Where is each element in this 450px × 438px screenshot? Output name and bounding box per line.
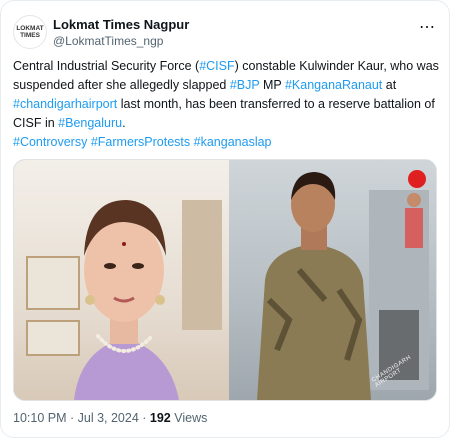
text-segment: Central Industrial Security Force ( [13, 59, 200, 73]
hashtag-bengaluru[interactable]: #Bengaluru [58, 116, 122, 130]
media-right-panel: CHANDIGARH AIRPORT [229, 160, 436, 400]
views-count: 192 [149, 411, 171, 425]
text-segment: at [382, 78, 397, 92]
tweet-text: Central Industrial Security Force (#CISF… [13, 57, 439, 152]
hashtag-kanganaranaut[interactable]: #KanganaRanaut [285, 78, 382, 92]
hashtag-farmersprotests[interactable]: #FarmersProtests [91, 135, 190, 149]
hashtag-cisf[interactable]: #CISF [199, 59, 234, 73]
more-options-icon[interactable]: ⋯ [417, 17, 437, 37]
handle[interactable]: @LokmatTimes_ngp [53, 34, 189, 48]
display-name[interactable]: Lokmat Times Nagpur [53, 17, 189, 32]
hashtag-bjp[interactable]: #BJP [230, 78, 260, 92]
tweet-media[interactable]: CHANDIGARH AIRPORT [13, 159, 437, 401]
avatar[interactable]: LOKMAT TIMES [13, 15, 47, 49]
media-left-panel [14, 160, 229, 400]
person-left-figure [74, 200, 179, 400]
tweet-header: LOKMAT TIMES Lokmat Times Nagpur @Lokmat… [13, 11, 437, 51]
tweet-card: LOKMAT TIMES Lokmat Times Nagpur @Lokmat… [0, 0, 450, 438]
hashtag-chandigarhairport[interactable]: #chandigarhairport [13, 97, 117, 111]
avatar-logo-text: LOKMAT TIMES [16, 25, 44, 39]
text-segment: MP [259, 78, 285, 92]
author-block: Lokmat Times Nagpur @LokmatTimes_ngp [53, 17, 189, 48]
timestamp[interactable]: 10:10 PM · Jul 3, 2024 · [13, 411, 150, 425]
tweet-meta: 10:10 PM · Jul 3, 2024 · 192 Views [13, 411, 207, 425]
views-label: Views [170, 411, 208, 425]
hashtag-controversy[interactable]: #Controversy [13, 135, 87, 149]
text-segment: . [122, 116, 126, 130]
hashtag-kanganaslap[interactable]: #kanganaslap [194, 135, 272, 149]
